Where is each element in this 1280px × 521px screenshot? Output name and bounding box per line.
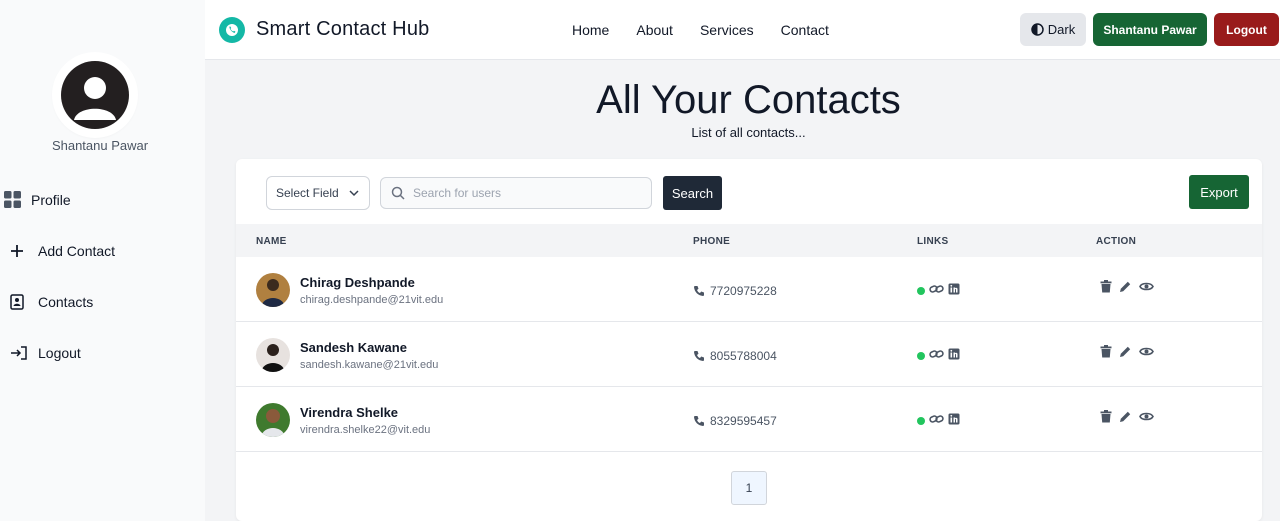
sidebar-item-label: Logout [38,345,81,361]
table-header: NAME PHONE LINKS ACTION [236,224,1262,257]
column-header-links: LINKS [917,236,949,247]
sidebar-item-profile[interactable]: Profile [0,184,205,216]
contact-phone-number: 8055788004 [710,349,777,363]
contact-actions [1100,345,1154,358]
status-dot [917,287,925,295]
nav-about[interactable]: About [636,22,673,38]
logout-icon [0,345,38,361]
field-select[interactable]: Select Field [266,176,370,210]
contact-avatar[interactable] [256,403,290,437]
phone-icon [694,286,704,296]
contact-phone: 7720975228 [693,284,777,298]
column-header-phone: PHONE [693,236,731,247]
linkedin-icon[interactable] [948,283,960,295]
sidebar-item-label: Contacts [38,294,94,310]
sidebar-item-label: Profile [31,192,71,208]
contact-email: chirag.deshpande@21vit.edu [300,294,444,306]
edit-icon[interactable] [1119,280,1132,293]
trash-icon[interactable] [1100,280,1112,293]
page-subtitle: List of all contacts... [691,125,806,140]
pagination-page-button[interactable]: 1 [731,471,767,505]
link-icon[interactable] [929,283,944,295]
eye-icon[interactable] [1139,346,1154,357]
search-button[interactable]: Search [663,176,722,210]
search-box [380,177,652,209]
contact-actions [1100,410,1154,423]
table-row: Chirag Deshpande chirag.deshpande@21vit.… [236,257,1262,322]
page-title: All Your Contacts [596,78,901,122]
nav-contact[interactable]: Contact [781,22,829,38]
user-avatar-icon [61,61,129,129]
user-profile-button[interactable]: Shantanu Pawar [1093,13,1207,46]
nav-home[interactable]: Home [572,22,609,38]
contact-phone-number: 7720975228 [710,284,777,298]
link-icon[interactable] [929,413,944,425]
sidebar-item-add-contact[interactable]: Add Contact [0,235,205,267]
contact-email: virendra.shelke22@vit.edu [300,424,431,436]
plus-icon [0,244,38,258]
trash-icon[interactable] [1100,345,1112,358]
trash-icon[interactable] [1100,410,1112,423]
eye-icon[interactable] [1139,411,1154,422]
export-button[interactable]: Export [1189,175,1249,209]
eye-icon[interactable] [1139,281,1154,292]
contact-card-icon [0,294,38,310]
contact-links [917,282,960,295]
linkedin-icon[interactable] [948,348,960,360]
dark-mode-label: Dark [1047,22,1076,37]
half-circle-icon [1031,23,1044,36]
search-input[interactable] [413,186,633,200]
profile-avatar [55,55,135,135]
logout-button[interactable]: Logout [1214,13,1279,46]
sidebar-item-label: Add Contact [38,243,116,259]
main-nav: Home About Services Contact [572,22,856,38]
table-row: Virendra Shelke virendra.shelke22@vit.ed… [236,387,1262,452]
contact-links [917,412,960,425]
column-header-action: ACTION [1096,236,1137,247]
contact-links [917,347,960,360]
phone-logo-icon[interactable] [219,17,245,43]
chevron-down-icon [349,190,359,197]
top-navbar: Smart Contact Hub Home About Services Co… [205,0,1280,60]
edit-icon[interactable] [1119,345,1132,358]
column-header-name: NAME [256,236,287,247]
sidebar-item-contacts[interactable]: Contacts [0,286,205,318]
contact-actions [1100,280,1154,293]
sidebar-user-name: Shantanu Pawar [51,138,149,153]
contacts-card: Select Field Search Export NAME PHONE LI… [236,159,1262,521]
status-dot [917,352,925,360]
nav-services[interactable]: Services [700,22,754,38]
sidebar: Shantanu Pawar Profile Add Contact Conta… [0,0,205,521]
status-dot [917,417,925,425]
link-icon[interactable] [929,348,944,360]
contact-phone-number: 8329595457 [710,414,777,428]
contact-name[interactable]: Sandesh Kawane [300,340,407,355]
phone-icon [694,351,704,361]
contact-name[interactable]: Chirag Deshpande [300,275,415,290]
contact-phone: 8329595457 [693,414,777,428]
contact-phone: 8055788004 [693,349,777,363]
brand-title[interactable]: Smart Contact Hub [256,18,429,41]
contact-avatar[interactable] [256,273,290,307]
contact-name[interactable]: Virendra Shelke [300,405,398,420]
linkedin-icon[interactable] [948,413,960,425]
sidebar-item-logout[interactable]: Logout [0,337,205,369]
search-icon [391,186,405,200]
edit-icon[interactable] [1119,410,1132,423]
table-row: Sandesh Kawane sandesh.kawane@21vit.edu … [236,322,1262,387]
dark-mode-button[interactable]: Dark [1020,13,1086,46]
contact-email: sandesh.kawane@21vit.edu [300,359,439,371]
contact-avatar[interactable] [256,338,290,372]
phone-icon [694,416,704,426]
field-select-value: Select Field [276,186,339,200]
